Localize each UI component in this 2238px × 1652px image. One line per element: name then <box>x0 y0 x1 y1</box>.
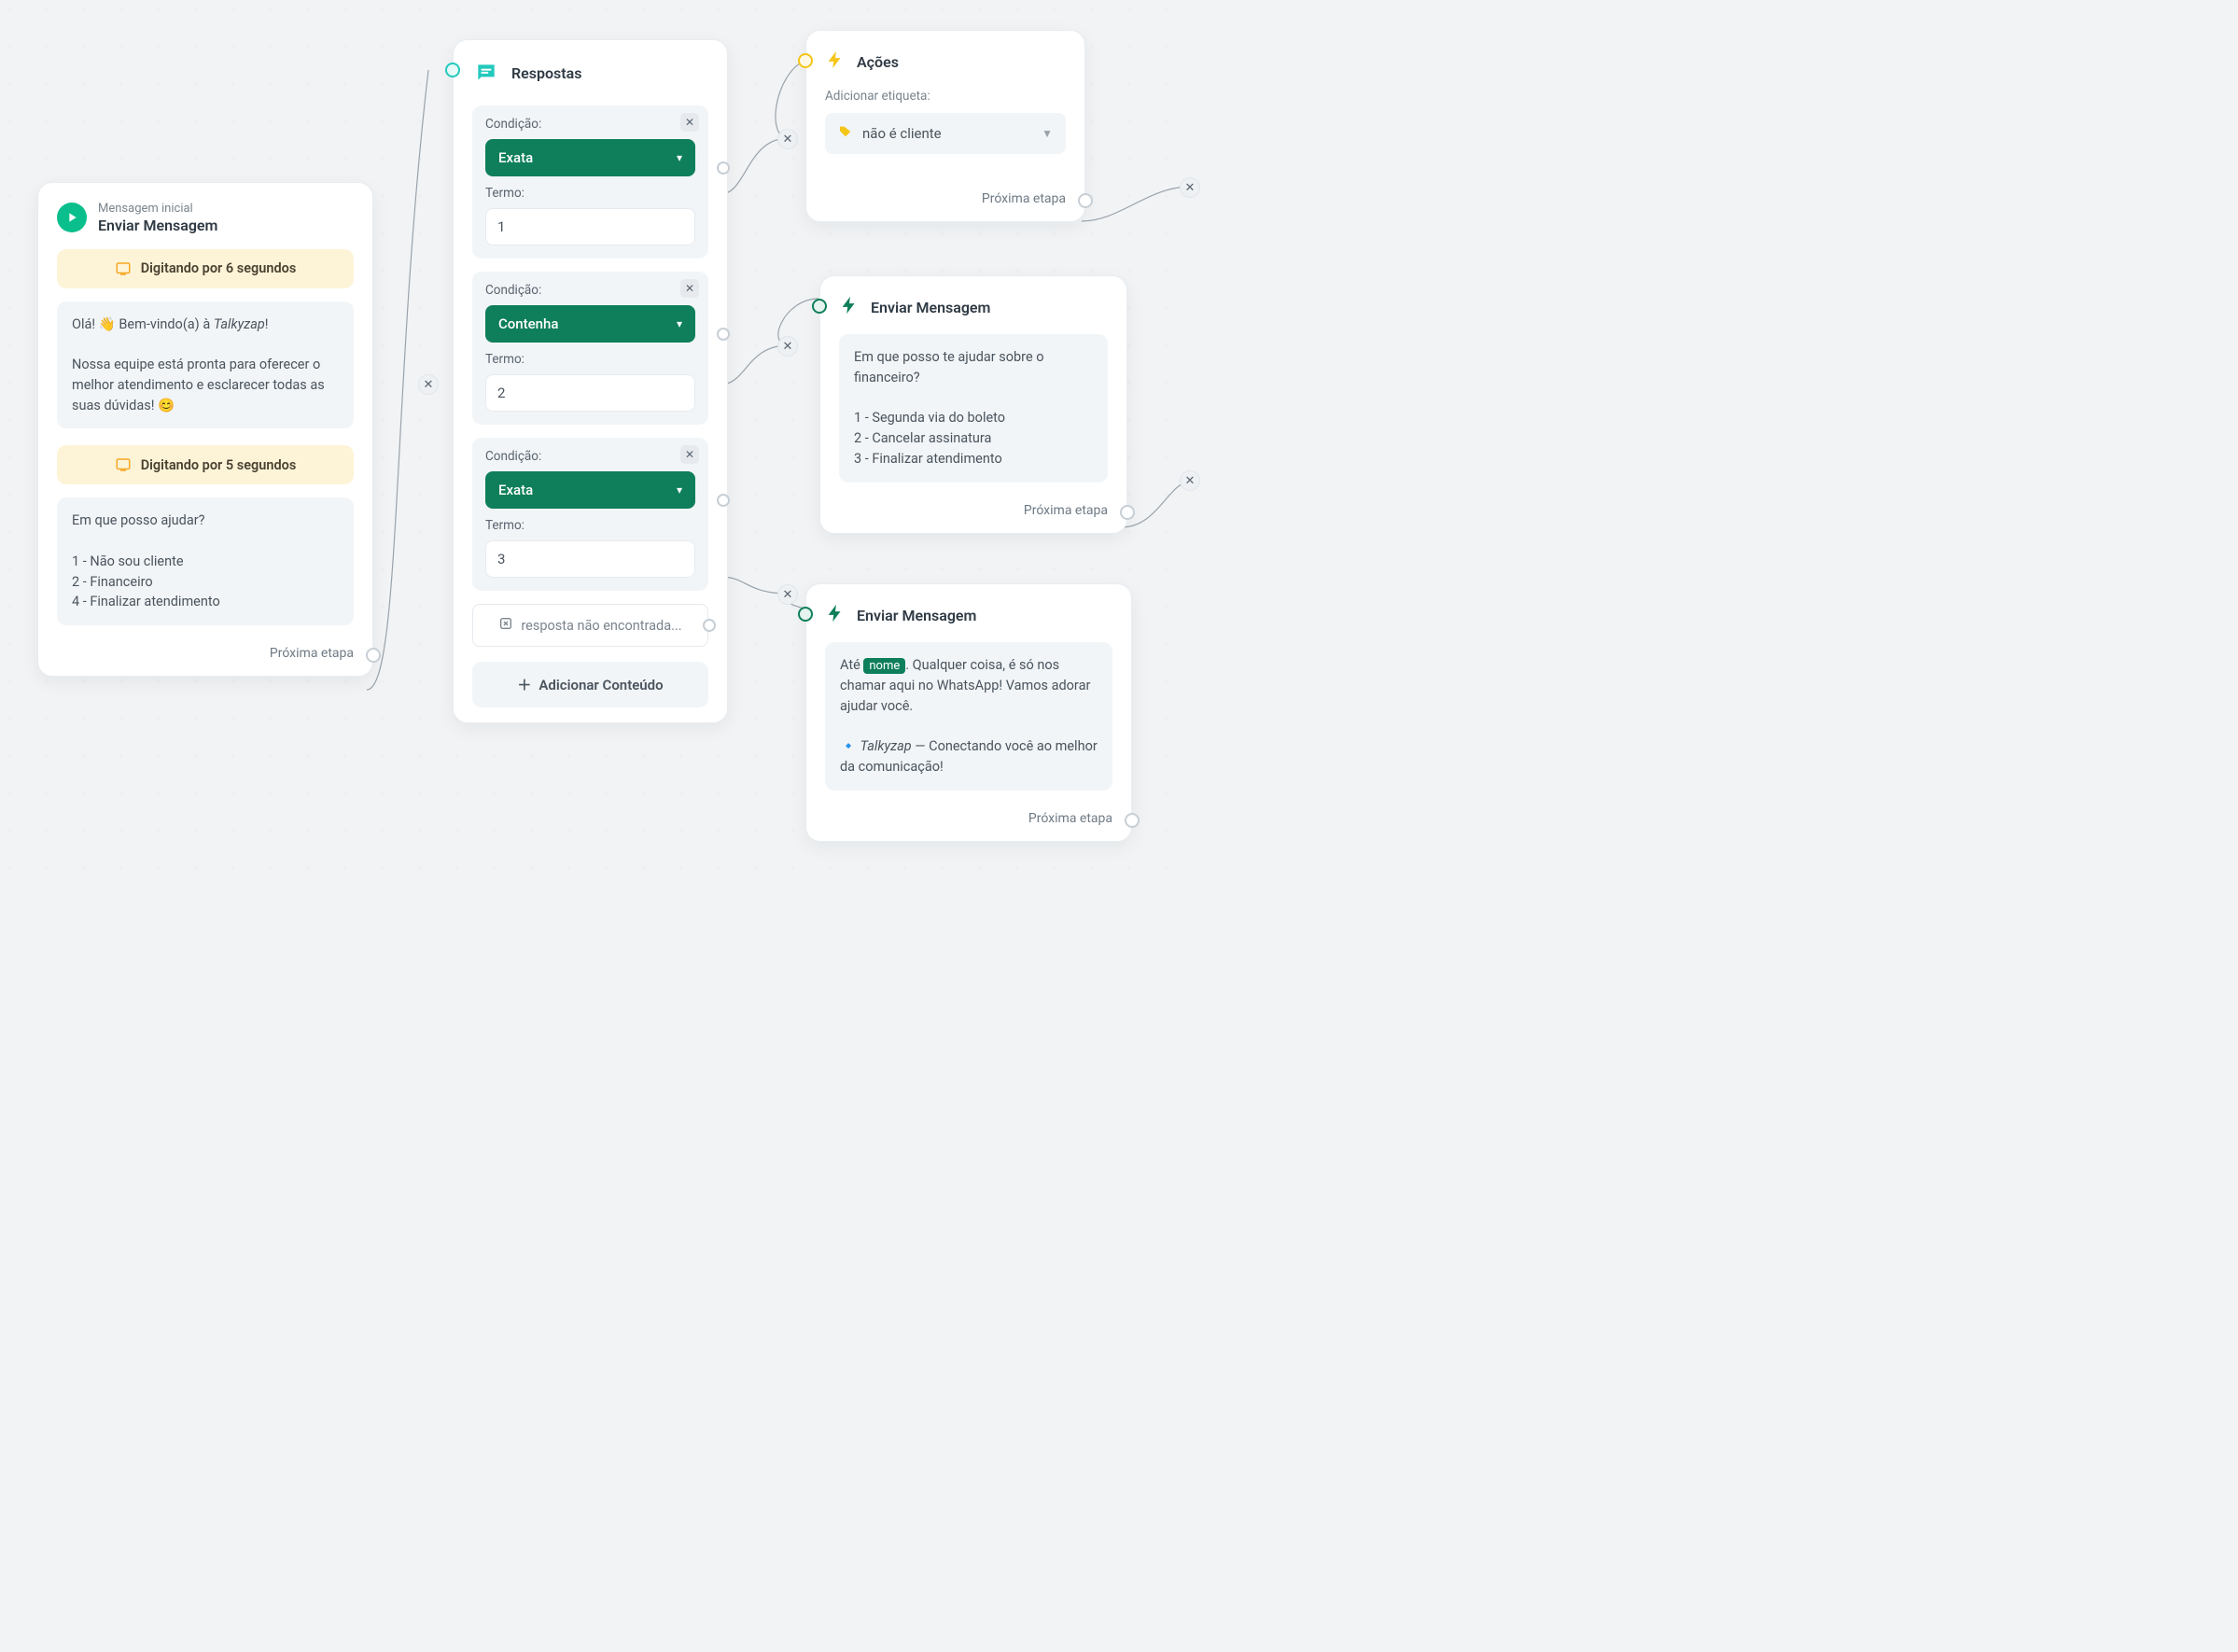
typing-icon <box>115 260 132 277</box>
output-port[interactable] <box>1120 505 1135 520</box>
bolt-icon <box>839 295 860 319</box>
add-content-label: Adicionar Conteúdo <box>539 677 663 693</box>
node-title: Respostas <box>511 64 581 82</box>
output-port[interactable] <box>1078 193 1093 208</box>
variable-chip: nome <box>863 658 905 674</box>
input-port[interactable] <box>812 299 827 314</box>
bolt-icon <box>825 603 846 627</box>
next-step-label: Próxima etapa <box>57 642 354 661</box>
next-step-label: Próxima etapa <box>839 499 1108 518</box>
next-step-label: Próxima etapa <box>825 188 1066 206</box>
chat-icon <box>472 59 500 87</box>
plus-icon: ＋ <box>517 675 531 694</box>
fallback-row: resposta não encontrada... <box>472 604 708 647</box>
input-port[interactable] <box>445 63 460 77</box>
input-port[interactable] <box>798 53 813 68</box>
condition-select[interactable]: Contenha ▾ <box>485 305 695 343</box>
bolt-icon <box>825 49 846 74</box>
condition-output-port[interactable] <box>717 161 730 175</box>
condition-value: Exata <box>498 149 533 166</box>
condition-select[interactable]: Exata ▾ <box>485 139 695 176</box>
output-port[interactable] <box>366 648 381 663</box>
term-input[interactable]: 1 <box>485 208 695 245</box>
fallback-label: resposta não encontrada... <box>521 618 681 634</box>
term-input[interactable]: 3 <box>485 540 695 578</box>
input-port[interactable] <box>798 607 813 622</box>
edge-delete-button[interactable]: ✕ <box>777 336 798 357</box>
node-send-message-bye[interactable]: Enviar Mensagem Até nome. Qualquer coisa… <box>805 583 1132 842</box>
message-bubble: Até nome. Qualquer coisa, é só nos chama… <box>825 642 1112 791</box>
condition-label: Condição: <box>485 283 695 298</box>
field-label: Adicionar etiqueta: <box>825 89 1066 104</box>
remove-condition-button[interactable]: ✕ <box>680 279 699 298</box>
remove-condition-button[interactable]: ✕ <box>680 445 699 464</box>
typing-text: Digitando por 6 segundos <box>141 260 297 276</box>
condition-select[interactable]: Exata ▾ <box>485 471 695 509</box>
fallback-output-port[interactable] <box>703 619 716 632</box>
condition-label: Condição: <box>485 449 695 464</box>
tag-select[interactable]: não é cliente ▼ <box>825 113 1066 154</box>
chevron-down-icon: ▼ <box>1042 127 1053 140</box>
node-title: Enviar Mensagem <box>98 217 217 234</box>
message-bubble: Olá! 👋 Bem-vindo(a) à Talkyzap! Nossa eq… <box>57 301 354 429</box>
node-actions[interactable]: Ações Adicionar etiqueta: não é cliente … <box>805 30 1085 222</box>
condition-value: Exata <box>498 482 533 498</box>
typing-indicator: Digitando por 5 segundos <box>57 445 354 484</box>
play-icon <box>57 203 87 232</box>
edge-delete-button[interactable]: ✕ <box>1180 177 1200 198</box>
close-square-icon <box>498 616 513 635</box>
edge-delete-button[interactable]: ✕ <box>777 584 798 605</box>
add-content-button[interactable]: ＋ Adicionar Conteúdo <box>472 662 708 707</box>
condition-block: ✕ Condição: Exata ▾ Termo: 1 <box>472 105 708 259</box>
output-port[interactable] <box>1125 813 1140 828</box>
node-title: Enviar Mensagem <box>857 607 976 624</box>
message-bubble: Em que posso ajudar? 1 - Não sou cliente… <box>57 497 354 625</box>
edge-delete-button[interactable]: ✕ <box>418 374 439 395</box>
edge-delete-button[interactable]: ✕ <box>1180 470 1200 491</box>
typing-text: Digitando por 5 segundos <box>141 457 297 473</box>
chevron-down-icon: ▾ <box>677 317 682 330</box>
condition-label: Condição: <box>485 117 695 132</box>
chevron-down-icon: ▾ <box>677 483 682 497</box>
condition-output-port[interactable] <box>717 494 730 507</box>
term-label: Termo: <box>485 352 695 367</box>
next-step-label: Próxima etapa <box>825 807 1112 826</box>
condition-output-port[interactable] <box>717 328 730 341</box>
condition-block: ✕ Condição: Exata ▾ Termo: 3 <box>472 438 708 591</box>
tag-icon <box>838 124 853 143</box>
term-input[interactable]: 2 <box>485 374 695 412</box>
remove-condition-button[interactable]: ✕ <box>680 113 699 132</box>
condition-block: ✕ Condição: Contenha ▾ Termo: 2 <box>472 272 708 425</box>
chevron-down-icon: ▾ <box>677 151 682 164</box>
node-send-message-finance[interactable]: Enviar Mensagem Em que posso te ajudar s… <box>819 275 1127 534</box>
term-label: Termo: <box>485 518 695 533</box>
node-responses[interactable]: Respostas ✕ Condição: Exata ▾ Termo: 1 ✕… <box>453 39 728 723</box>
typing-icon <box>115 456 132 473</box>
message-bubble: Em que posso te ajudar sobre o financeir… <box>839 334 1108 483</box>
edge-delete-button[interactable]: ✕ <box>777 129 798 149</box>
tag-value: não é cliente <box>862 125 942 142</box>
typing-indicator: Digitando por 6 segundos <box>57 249 354 288</box>
node-title: Ações <box>857 53 899 71</box>
node-title: Enviar Mensagem <box>871 299 990 316</box>
condition-value: Contenha <box>498 315 558 332</box>
node-subtitle: Mensagem inicial <box>98 202 217 217</box>
node-start-send-message[interactable]: Mensagem inicial Enviar Mensagem Digitan… <box>37 182 373 677</box>
term-label: Termo: <box>485 186 695 201</box>
